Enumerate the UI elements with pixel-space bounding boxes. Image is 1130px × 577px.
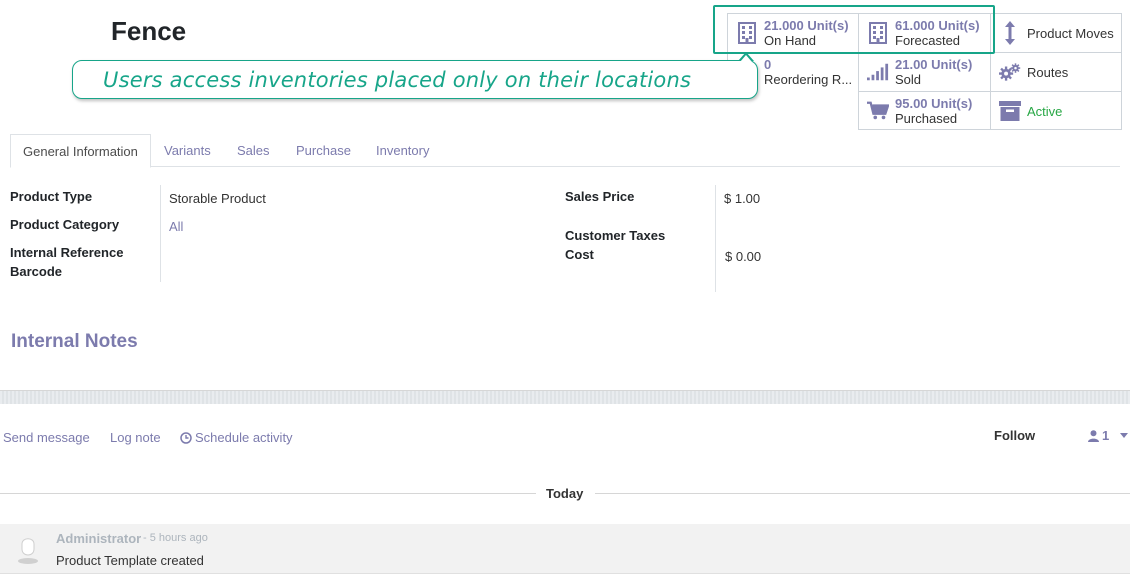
purchased-label: Purchased: [895, 111, 958, 126]
field-separator: [160, 185, 161, 282]
product-type-value[interactable]: Storable Product: [169, 191, 266, 206]
active-label: Active: [1027, 103, 1063, 119]
tab-variants[interactable]: Variants: [164, 134, 211, 167]
internal-reference-label: Internal Reference: [10, 245, 124, 260]
customer-taxes-label: Customer Taxes: [565, 228, 666, 243]
field-separator: [715, 185, 716, 292]
product-moves-button[interactable]: Product Moves: [990, 13, 1121, 52]
reordering-label: Reordering R...: [764, 72, 853, 87]
tab-inventory[interactable]: Inventory: [376, 134, 429, 167]
cart-icon: [867, 101, 889, 121]
notebook-tabs: General Information Variants Sales Purch…: [10, 134, 1120, 168]
routes-label: Routes: [1027, 64, 1069, 80]
followers-dropdown[interactable]: 1: [1088, 428, 1129, 443]
building-icon: [867, 22, 889, 44]
annotation-text: Users access inventories placed only on …: [103, 67, 692, 92]
sold-label: Sold: [895, 72, 922, 87]
cogs-icon: [999, 60, 1021, 84]
sold-button[interactable]: 21.00 Unit(s) Sold: [858, 52, 990, 91]
on-hand-button[interactable]: 21.000 Unit(s) On Hand: [727, 13, 858, 52]
product-title[interactable]: Fence: [111, 16, 186, 47]
annotation-callout: Users access inventories placed only on …: [72, 60, 758, 99]
callout-tail-inner: [740, 55, 752, 62]
schedule-activity-label: Schedule activity: [195, 430, 293, 445]
purchased-value: 95.00 Unit(s): [895, 96, 973, 111]
clock-icon: [180, 431, 192, 444]
barcode-label: Barcode: [10, 264, 63, 279]
forecasted-label: Forecasted: [895, 33, 961, 48]
reordering-value: 0: [764, 57, 772, 72]
up-down-arrow-icon: [999, 20, 1021, 46]
followers-count: 1: [1102, 428, 1110, 443]
routes-button[interactable]: Routes: [990, 52, 1121, 91]
product-moves-label: Product Moves: [1027, 25, 1114, 41]
product-category-label: Product Category: [10, 217, 120, 232]
smart-button-border: [1121, 13, 1122, 130]
log-note-button[interactable]: Log note: [110, 430, 161, 445]
tab-general-information[interactable]: General Information: [10, 134, 151, 168]
sales-price-value[interactable]: $ 1.00: [724, 191, 760, 206]
caret-down-icon: [1120, 433, 1129, 438]
active-toggle-button[interactable]: Active: [990, 91, 1121, 130]
signal-bars-icon: [867, 62, 889, 82]
forecasted-button[interactable]: 61.000 Unit(s) Forecasted: [858, 13, 990, 52]
on-hand-label: On Hand: [764, 33, 817, 48]
date-separator-line: [0, 493, 536, 494]
product-category-value[interactable]: All: [169, 219, 183, 234]
tab-purchase[interactable]: Purchase: [296, 134, 351, 167]
archive-icon: [999, 101, 1021, 121]
sales-price-label: Sales Price: [565, 189, 635, 204]
message-body: Product Template created: [56, 553, 204, 568]
user-icon: [1088, 429, 1099, 442]
date-separator: Today: [546, 486, 584, 501]
forecasted-value: 61.000 Unit(s): [895, 18, 980, 33]
sold-value: 21.00 Unit(s): [895, 57, 973, 72]
avatar: [17, 536, 39, 564]
internal-notes-title: Internal Notes: [11, 331, 138, 352]
cost-label: Cost: [565, 247, 594, 262]
cost-value[interactable]: $ 0.00: [725, 249, 761, 264]
send-message-button[interactable]: Send message: [3, 430, 90, 445]
follow-button[interactable]: Follow: [994, 428, 1035, 443]
building-icon: [736, 22, 758, 44]
schedule-activity-button[interactable]: Schedule activity: [180, 430, 293, 445]
smart-button-border: [858, 129, 1122, 130]
message-author[interactable]: Administrator: [56, 531, 141, 546]
product-type-label: Product Type: [10, 189, 93, 204]
message-item: Administrator - 5 hours ago Product Temp…: [0, 524, 1130, 574]
on-hand-value: 21.000 Unit(s): [764, 18, 849, 33]
purchased-button[interactable]: 95.00 Unit(s) Purchased: [858, 91, 990, 130]
chatter-divider: [0, 390, 1130, 404]
date-separator-line: [595, 493, 1130, 494]
message-time: - 5 hours ago: [143, 532, 208, 544]
tab-sales[interactable]: Sales: [237, 134, 270, 167]
